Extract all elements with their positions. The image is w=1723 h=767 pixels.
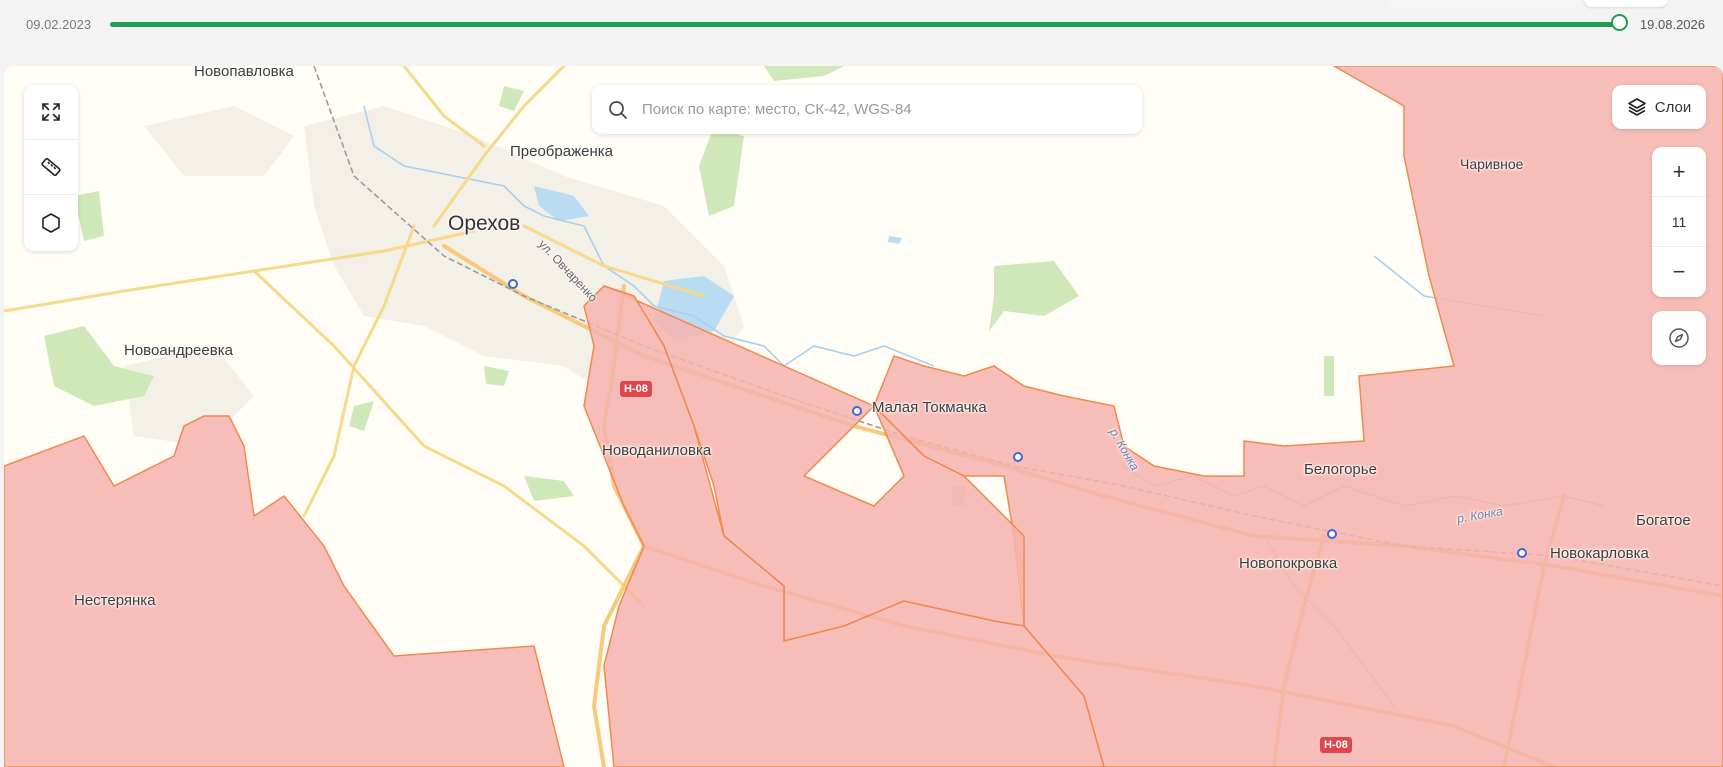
label-novokarlovka: Новокарловка: [1550, 545, 1649, 562]
label-belogorye: Белогорье: [1304, 461, 1377, 478]
label-malaya-tokmachka: Малая Токмачка: [872, 399, 987, 416]
map-tools-panel: [24, 85, 78, 251]
label-novoandreevka: Новоандреевка: [124, 342, 233, 359]
zoom-control: + 11 −: [1652, 147, 1706, 297]
road-shield-h08-south: Н-08: [1320, 737, 1352, 753]
layers-button-label: Слои: [1654, 98, 1692, 116]
draw-polygon-button[interactable]: [24, 195, 78, 250]
timeline-start-date: 09.02.2023: [26, 17, 92, 32]
compass-button[interactable]: [1652, 311, 1706, 365]
zoom-out-button[interactable]: −: [1652, 247, 1706, 297]
map-canvas[interactable]: Новопавловка Преображенка Орехов ул. Овч…: [4, 66, 1723, 767]
fullscreen-button[interactable]: [24, 85, 78, 140]
polygon-icon: [42, 212, 60, 233]
label-novodanilovka: Новоданиловка: [602, 442, 712, 459]
top-button-edge[interactable]: [1584, 0, 1668, 7]
label-nesteryanka: Нестерянка: [74, 592, 156, 609]
road-shield-h08-north: Н-08: [620, 381, 652, 397]
timeline-bar: 09.02.2023 19.08.2026: [0, 0, 1723, 66]
label-novopavlovka: Новопавловка: [194, 66, 294, 80]
layers-button[interactable]: Слои: [1612, 85, 1706, 129]
label-charivnoe: Чаривное: [1460, 156, 1524, 172]
label-orekhov: Орехов: [448, 212, 521, 235]
map-search-box[interactable]: [592, 85, 1142, 134]
zoom-in-button[interactable]: +: [1652, 147, 1706, 197]
map-search-input[interactable]: [640, 100, 1114, 119]
top-panel-edge: [1386, 0, 1576, 7]
label-novopokrovka: Новопокровка: [1239, 555, 1338, 572]
layers-icon: [1627, 98, 1646, 116]
timeline-slider-fill: [110, 22, 1620, 27]
label-preobrazhenka: Преображенка: [510, 143, 613, 160]
measure-distance-button[interactable]: [24, 140, 78, 195]
expand-icon: [42, 103, 60, 121]
zoom-level-indicator: 11: [1652, 197, 1706, 247]
timeline-end-date: 19.08.2026: [1639, 17, 1705, 32]
ruler-icon: [41, 157, 61, 177]
timeline-slider-track[interactable]: [110, 14, 1628, 31]
timeline-slider-handle[interactable]: [1611, 14, 1628, 31]
compass-icon: [1669, 328, 1689, 348]
label-bogatoe: Богатое: [1636, 512, 1691, 529]
search-icon: [608, 100, 628, 120]
